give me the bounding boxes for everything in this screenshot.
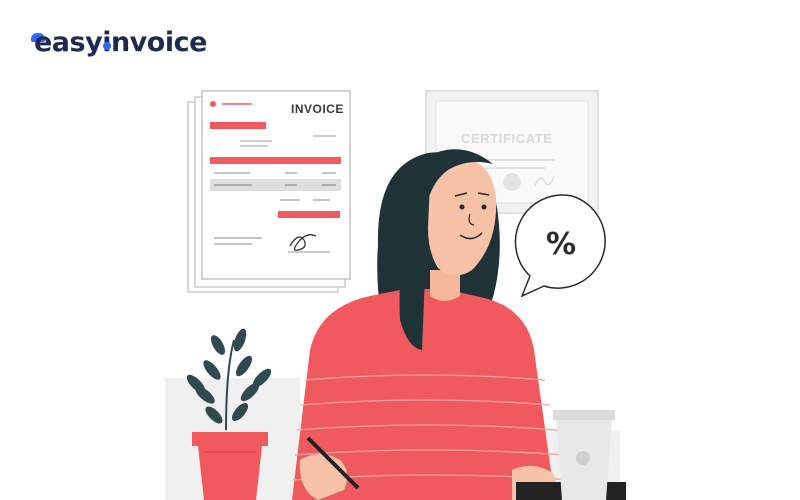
invoice-document xyxy=(187,90,351,293)
percent-icon: % xyxy=(546,227,577,262)
certificate-label: CERTIFICATE xyxy=(461,131,553,146)
coffee-cup xyxy=(553,410,615,500)
illustration xyxy=(165,90,626,500)
invoice-label: INVOICE xyxy=(291,102,344,116)
